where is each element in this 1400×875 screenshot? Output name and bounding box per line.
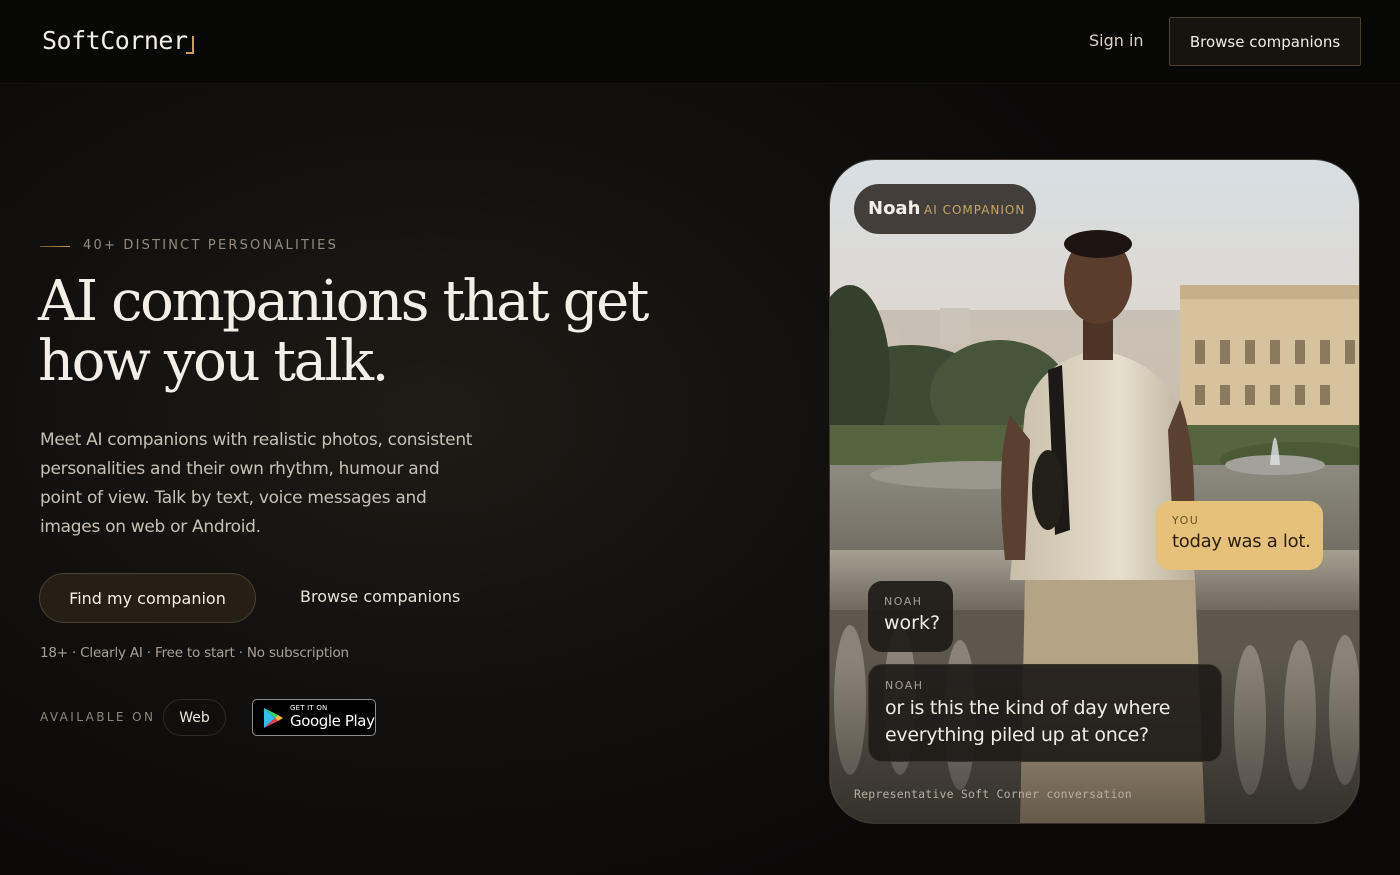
headline-line-2: how you talk. (38, 329, 389, 394)
preview-caption: Representative Soft Corner conversation (854, 787, 1132, 801)
page-title: AI companions that get how you talk. (38, 272, 658, 392)
headline-line-1: AI companions that get (38, 269, 649, 334)
web-platform-button[interactable]: Web (163, 699, 226, 736)
hero-description: Meet AI companions with realistic photos… (40, 430, 473, 537)
google-play-icon (264, 708, 283, 728)
browse-companions-link[interactable]: Browse companions (300, 587, 460, 606)
companion-name: Noah (868, 198, 921, 219)
find-companion-button[interactable]: Find my companion (39, 573, 256, 623)
eyebrow-divider (40, 246, 70, 247)
available-on-label: AVAILABLE ON (40, 710, 156, 724)
eyebrow-text: 40+ DISTINCT PERSONALITIES (83, 238, 339, 253)
top-navbar: SoftCorner Sign in Browse companions (0, 0, 1400, 84)
trust-notes: 18+ · Clearly AI · Free to start · No su… (40, 645, 349, 661)
gplay-label: Google Play (290, 712, 375, 730)
sign-in-link[interactable]: Sign in (1089, 31, 1144, 50)
message-sender: NOAH (884, 595, 923, 608)
message-text: or is this the kind of day where everyth… (885, 697, 1171, 746)
google-play-badge[interactable]: GET IT ON Google Play (252, 699, 376, 736)
companion-name-pill: Noah AI COMPANION (854, 184, 1036, 234)
logo[interactable]: SoftCorner (42, 26, 188, 55)
message-text: today was a lot. (1172, 531, 1311, 552)
message-bubble-user: YOU today was a lot. (1156, 501, 1323, 570)
message-bubble-companion: NOAH work? (868, 581, 953, 652)
logo-corner-mark (186, 36, 194, 54)
gplay-get-it-on: GET IT ON (290, 704, 328, 712)
companion-role-badge: AI COMPANION (924, 203, 1026, 217)
message-sender: NOAH (885, 679, 924, 692)
message-sender: YOU (1172, 514, 1200, 527)
conversation-preview-card: Noah AI COMPANION YOU today was a lot. N… (829, 159, 1360, 824)
browse-companions-button[interactable]: Browse companions (1169, 17, 1361, 66)
message-bubble-companion: NOAH or is this the kind of day where ev… (868, 664, 1222, 762)
message-text: work? (884, 612, 941, 634)
